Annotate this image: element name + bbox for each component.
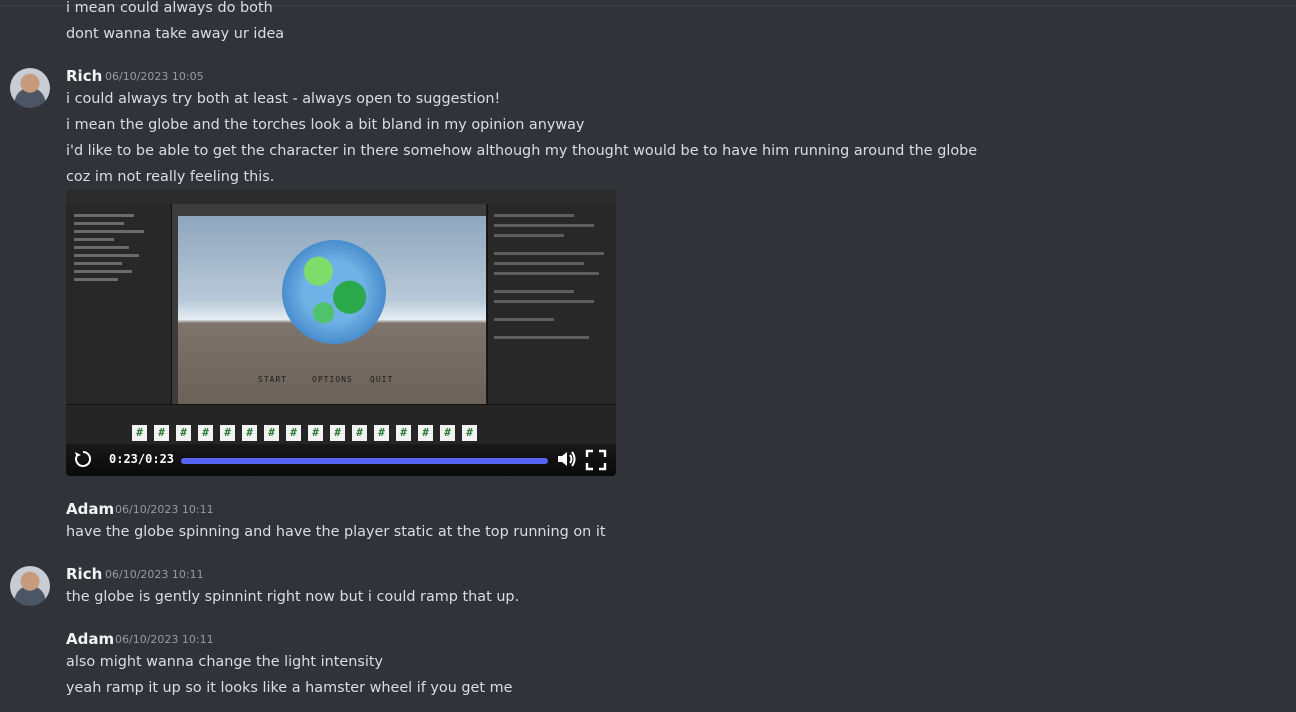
message-line: yeah ramp it up so it looks like a hamst… xyxy=(66,680,513,696)
asset-hash-icon: # xyxy=(418,425,433,441)
message-line: i mean could always do both xyxy=(66,0,273,16)
asset-hash-icon: # xyxy=(308,425,323,441)
asset-hash-icon: # xyxy=(264,425,279,441)
asset-hash-icon: # xyxy=(440,425,455,441)
editor-toolbar xyxy=(66,190,616,205)
menu-start: START xyxy=(258,375,288,384)
asset-hash-icon: # xyxy=(286,425,301,441)
asset-hash-icon: # xyxy=(176,425,191,441)
author-name[interactable]: Rich xyxy=(66,66,102,86)
timestamp: 06/10/2023 10:05 xyxy=(105,70,204,83)
asset-hash-icon: # xyxy=(462,425,477,441)
hierarchy-panel xyxy=(66,204,172,404)
timestamp: 06/10/2023 10:11 xyxy=(105,568,204,581)
message-line: have the globe spinning and have the pla… xyxy=(66,524,606,540)
volume-icon[interactable] xyxy=(556,449,578,474)
timestamp: 06/10/2023 10:11 xyxy=(115,503,214,516)
video-progress-bar[interactable] xyxy=(181,458,548,464)
author-name[interactable]: Rich xyxy=(66,564,102,584)
video-time: 0:23/0:23 xyxy=(109,452,175,466)
message-line: i'd like to be able to get the character… xyxy=(66,143,978,159)
message-line: dont wanna take away ur idea xyxy=(66,26,285,42)
asset-hash-icon: # xyxy=(396,425,411,441)
message-line: the globe is gently spinnint right now b… xyxy=(66,589,520,605)
asset-hash-icon: # xyxy=(242,425,257,441)
menu-options: OPTIONS xyxy=(312,375,353,384)
author-name[interactable]: Adam xyxy=(66,499,114,519)
asset-hash-icon: # xyxy=(198,425,213,441)
video-embed[interactable]: START OPTIONS QUIT # # # # # # # # # # #… xyxy=(66,190,616,476)
scene-view: START OPTIONS QUIT xyxy=(172,204,486,404)
message-line: i mean the globe and the torches look a … xyxy=(66,117,585,133)
globe-image xyxy=(282,240,386,344)
asset-hash-icon: # xyxy=(374,425,389,441)
avatar[interactable] xyxy=(10,566,50,606)
message-line: coz im not really feeling this. xyxy=(66,169,275,185)
replay-icon[interactable] xyxy=(73,449,93,474)
timestamp: 06/10/2023 10:11 xyxy=(115,633,214,646)
asset-hash-icon: # xyxy=(330,425,345,441)
menu-quit: QUIT xyxy=(370,375,394,384)
asset-hash-icon: # xyxy=(154,425,169,441)
fullscreen-icon[interactable] xyxy=(585,449,607,476)
asset-hash-icon: # xyxy=(352,425,367,441)
video-controls: 0:23/0:23 xyxy=(66,444,616,476)
message-line: also might wanna change the light intens… xyxy=(66,654,383,670)
inspector-panel xyxy=(487,204,616,404)
asset-hash-icon: # xyxy=(132,425,147,441)
avatar[interactable] xyxy=(10,68,50,108)
asset-hash-icon: # xyxy=(220,425,235,441)
message-line: i could always try both at least - alway… xyxy=(66,91,501,107)
author-name[interactable]: Adam xyxy=(66,629,114,649)
